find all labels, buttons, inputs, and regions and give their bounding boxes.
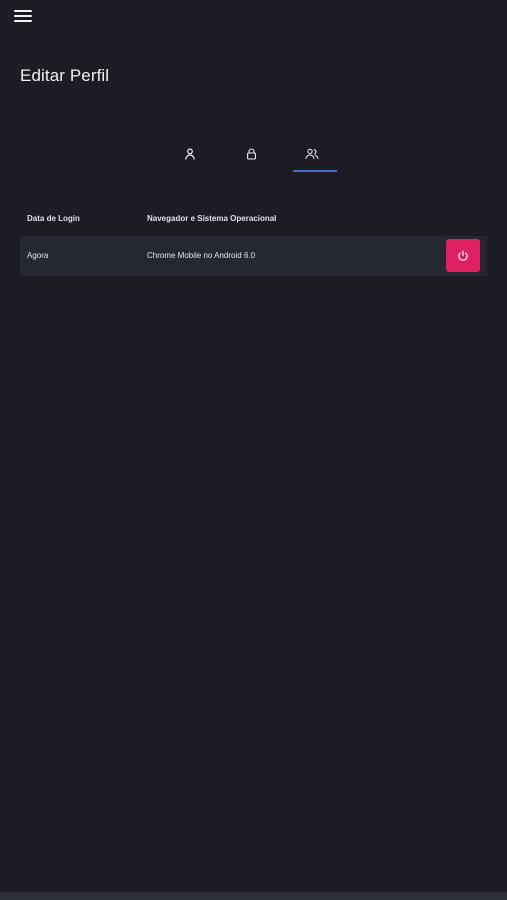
login-date-cell: Agora xyxy=(27,251,49,260)
edit-profile-screen: Editar Perfil Data de Login Navegador e … xyxy=(0,0,507,900)
power-icon xyxy=(458,250,468,261)
lock-icon xyxy=(246,148,256,160)
table-header: Data de Login Navegador e Sistema Operac… xyxy=(20,206,487,230)
hamburger-menu-icon xyxy=(14,10,32,22)
terminate-session-button[interactable] xyxy=(446,239,480,272)
users-icon xyxy=(305,148,319,159)
active-tab-indicator xyxy=(293,170,337,172)
tab-security[interactable] xyxy=(229,137,273,171)
sessions-table: Data de Login Navegador e Sistema Operac… xyxy=(20,206,487,276)
page-title: Editar Perfil xyxy=(20,66,110,85)
login-date-column-header: Data de Login xyxy=(27,214,80,223)
profile-tabs xyxy=(160,137,345,173)
user-icon xyxy=(185,148,195,160)
bottom-system-bar xyxy=(0,892,507,900)
table-row: Agora Chrome Mobile no Android 6.0 xyxy=(20,236,487,276)
browser-os-cell: Chrome Mobile no Android 6.0 xyxy=(147,251,256,260)
tab-sessions[interactable] xyxy=(290,137,334,171)
menu-button[interactable] xyxy=(10,5,36,27)
tab-profile[interactable] xyxy=(168,137,212,171)
browser-os-column-header: Navegador e Sistema Operacional xyxy=(147,214,277,223)
